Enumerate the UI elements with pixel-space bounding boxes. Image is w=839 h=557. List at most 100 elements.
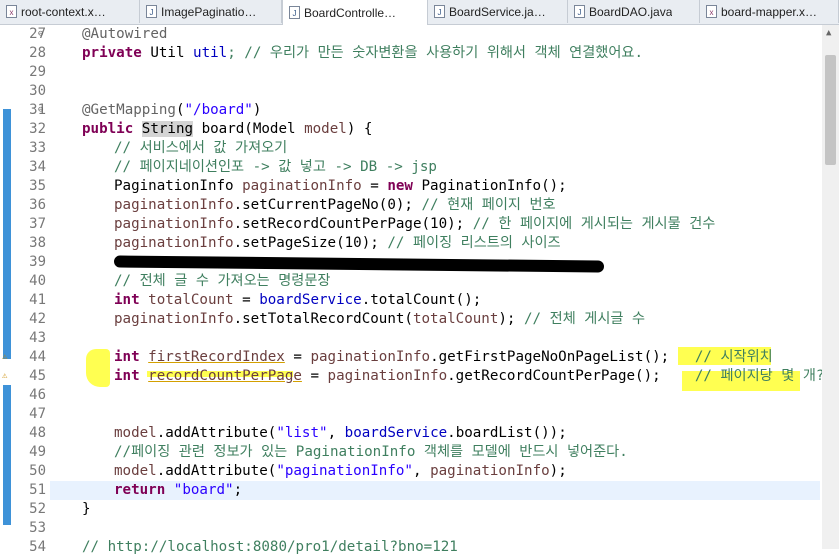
change-bar [3,385,11,525]
scroll-up-icon[interactable]: ▲ [826,28,831,38]
code-editor[interactable]: ⚠ ⚠ 27 28 29 30 31 32 33 34 35 36 37 38 … [0,25,839,555]
variable: paginationInfo [310,349,431,365]
variable: paginationInfo [242,178,362,194]
code-line-52: } [82,500,91,519]
code-line-38: paginationInfo.setPageSize(10); // 페이징 리… [114,234,561,253]
variable: paginationInfo [114,311,234,327]
line-number: 32 [29,121,46,137]
line-number: 29 [29,64,46,80]
tab-root-context[interactable]: x root-context.x… [0,0,140,23]
warning-icon[interactable]: ⚠ [2,371,12,381]
code-line-27: @Autowired [82,25,167,44]
line-number: 42 [29,311,46,327]
variable: paginationInfo [114,235,234,251]
line-number: 52 [29,501,46,517]
keyword: int [114,349,140,365]
line-number: 34 [29,159,46,175]
code-text: .setPageSize(10); [233,235,388,251]
code-text: = [284,349,311,365]
code-line-48: model.addAttribute("list", boardService.… [114,424,567,443]
line-number: 44 [29,349,46,365]
variable: model [114,425,157,441]
line-number: 40 [29,273,46,289]
code-text: , [327,425,345,441]
code-line-40: // 전체 글 수 가져오는 명령문장 [114,272,330,291]
code-text: .getRecordCountPerPage(); [447,368,695,384]
code-line-31: @GetMapping("/board") [82,102,262,118]
parameter: model [304,121,347,137]
java-file-icon: J [434,5,445,18]
tab-label: root-context.x… [21,4,106,19]
tab-board-dao[interactable]: J BoardDAO.java [568,0,700,23]
tab-label: BoardService.ja… [449,4,546,19]
line-number: 53 [29,520,46,536]
tab-board-controller[interactable]: J BoardControlle… [282,0,428,25]
code-text: .getFirstPageNoOnPageList(); [430,349,695,365]
field: util [193,45,228,61]
line-number: 38 [29,235,46,251]
comment: // http://localhost:8080/pro1/detail?bno… [82,539,458,555]
comment: ; // 우리가 만든 숫자변환을 사용하기 위해서 객체 연결했어요. [227,45,643,61]
comment: // 전체 게시글 수 [524,311,646,327]
code-line-33: // 서비스에서 값 가져오기 [114,139,287,158]
tab-board-mapper[interactable]: x board-mapper.x… [700,0,839,23]
code-text: , [412,463,431,479]
variable: paginationInfo [327,368,448,384]
tab-label: BoardControlle… [304,5,397,20]
tab-image-pagination[interactable]: J ImagePaginatio… [140,0,282,23]
editor-tab-bar: x root-context.x… J ImagePaginatio… J Bo… [0,0,839,25]
xml-file-icon: x [6,5,17,18]
keyword: int [114,368,140,384]
vertical-scrollbar[interactable]: ▲ [822,25,839,549]
tab-label: ImagePaginatio… [161,4,257,19]
line-number: 54 [29,539,46,555]
xml-file-icon: x [706,5,717,18]
code-text: = [301,368,328,384]
string: "/board" [184,102,253,118]
warning-icon[interactable]: ⚠ [2,352,12,362]
code-line-54: // http://localhost:8080/pro1/detail?bno… [82,538,458,557]
code-line-45: int recordCountPerPage = paginationInfo.… [114,367,824,386]
code-text: } [82,501,91,517]
fold-toggle-icon[interactable]: ⊖ [38,101,43,120]
comment: // 전체 글 수 가져오는 명령문장 [114,273,331,289]
comment: // 한 페이지에 게시되는 게시물 건수 [472,216,716,232]
scrollbar-thumb[interactable] [825,55,836,165]
code-text: .totalCount(); [361,292,482,308]
comment: // 페이지네이션인포 -> 값 넣고 -> DB -> jsp [114,159,437,175]
code-area[interactable]: @Autowired private Util util; // 우리가 만든 … [50,25,824,555]
line-number: 30 [29,83,46,99]
line-number: 46 [29,387,46,403]
java-file-icon: J [146,5,157,18]
tab-board-service[interactable]: J BoardService.ja… [428,0,568,23]
string: "list" [276,425,328,441]
fold-toggle-icon[interactable]: ⊖ [38,25,43,44]
code-text: ); [498,311,525,327]
code-text: .setRecordCountPerPage(10); [233,216,473,232]
line-number: 50 [29,463,46,479]
code-line-44: int firstRecordIndex = paginationInfo.ge… [114,348,773,367]
annotation: @Autowired [82,26,168,42]
comment: // 페이징 리스트의 사이즈 [387,235,561,251]
code-line-35: PaginationInfo paginationInfo = new Pagi… [114,177,567,196]
code-text: = [361,178,388,194]
keyword: new [387,178,413,194]
code-text: .addAttribute( [156,463,277,479]
code-text: Util [141,45,194,61]
code-text: PaginationInfo [114,178,243,194]
line-number: 49 [29,444,46,460]
comment: // 페이지당 몇 개? [694,368,825,384]
variable: paginationInfo [430,463,550,479]
string: "paginationInfo" [276,463,413,479]
comment: // 서비스에서 값 가져오기 [114,140,288,156]
code-line-50: model.addAttribute("paginationInfo", pag… [114,462,567,481]
tab-label: board-mapper.x… [721,4,818,19]
code-text: .addAttribute( [156,425,277,441]
code-text: ) { [346,121,373,137]
line-number: 28 [29,45,46,61]
annotation: @GetMapping [82,102,176,118]
code-text: board(Model [193,121,305,137]
field: boardService [259,292,362,308]
keyword: return [114,482,166,498]
variable: totalCount [139,292,234,308]
